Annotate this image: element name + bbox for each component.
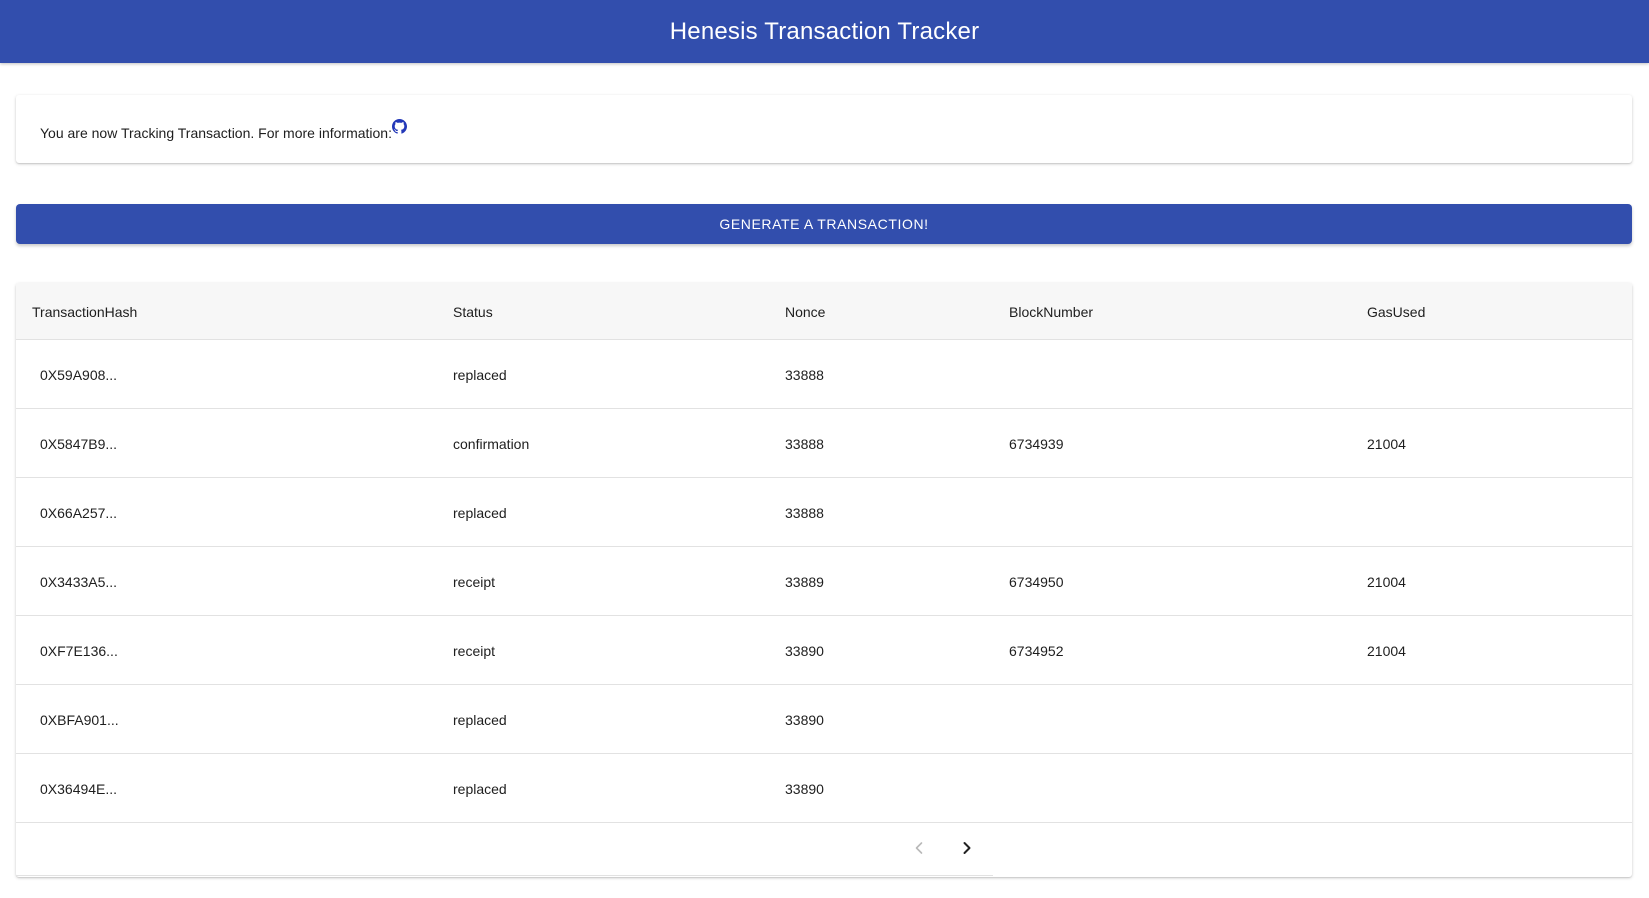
table-row[interactable]: 0X66A257... replaced 33888 <box>16 478 1632 547</box>
gas-used-cell: 21004 <box>1367 574 1406 590</box>
transaction-hash-cell: 0X66A257... <box>40 505 118 521</box>
transaction-hash-cell: 0X36494E... <box>40 781 118 797</box>
app-bar: Henesis Transaction Tracker <box>0 0 1649 63</box>
generate-transaction-button[interactable]: GENERATE A TRANSACTION! <box>16 204 1632 244</box>
nonce-cell: 33888 <box>785 505 824 521</box>
github-icon[interactable] <box>391 118 407 134</box>
pagination-divider <box>16 875 993 876</box>
nonce-cell: 33890 <box>785 781 824 797</box>
transaction-hash-cell: 0X5847B9... <box>40 436 118 452</box>
nonce-cell: 33888 <box>785 367 824 383</box>
transaction-hash-cell: 0X3433A5... <box>40 574 118 590</box>
column-header-status[interactable]: Status <box>453 304 493 320</box>
table-row[interactable]: 0X36494E... replaced 33890 <box>16 754 1632 823</box>
transactions-table: TransactionHash Status Nonce BlockNumber… <box>16 283 1632 877</box>
app-title: Henesis Transaction Tracker <box>669 17 980 45</box>
block-number-cell: 6734939 <box>1009 436 1064 452</box>
column-header-nonce[interactable]: Nonce <box>785 304 825 320</box>
table-row[interactable]: 0X5847B9... confirmation 33888 6734939 2… <box>16 409 1632 478</box>
info-text: You are now Tracking Transaction. For mo… <box>40 125 392 141</box>
table-row[interactable]: 0XBFA901... replaced 33890 <box>16 685 1632 754</box>
info-card: You are now Tracking Transaction. For mo… <box>16 95 1632 163</box>
status-cell: replaced <box>453 505 507 521</box>
nonce-cell: 33889 <box>785 574 824 590</box>
status-cell: receipt <box>453 574 496 590</box>
status-cell: receipt <box>453 643 496 659</box>
table-row[interactable]: 0X3433A5... receipt 33889 6734950 21004 <box>16 547 1632 616</box>
nonce-cell: 33888 <box>785 436 824 452</box>
status-cell: replaced <box>453 781 507 797</box>
next-page-button[interactable] <box>951 832 983 864</box>
column-header-block-number[interactable]: BlockNumber <box>1009 304 1093 320</box>
chevron-left-icon <box>915 842 923 854</box>
block-number-cell: 6734952 <box>1009 643 1064 659</box>
column-header-gas-used[interactable]: GasUsed <box>1367 304 1425 320</box>
table-row[interactable]: 0X59A908... replaced 33888 <box>16 340 1632 409</box>
previous-page-button[interactable] <box>903 832 935 864</box>
transaction-hash-cell: 0XF7E136... <box>40 643 118 659</box>
gas-used-cell: 21004 <box>1367 643 1406 659</box>
status-cell: replaced <box>453 712 507 728</box>
block-number-cell: 6734950 <box>1009 574 1064 590</box>
pagination <box>16 823 1632 877</box>
chevron-right-icon <box>963 842 971 854</box>
status-cell: confirmation <box>453 436 530 452</box>
status-cell: replaced <box>453 367 507 383</box>
nonce-cell: 33890 <box>785 643 824 659</box>
column-header-transaction-hash[interactable]: TransactionHash <box>32 304 137 320</box>
table-header: TransactionHash Status Nonce BlockNumber… <box>16 283 1632 340</box>
transaction-hash-cell: 0X59A908... <box>40 367 118 383</box>
transaction-hash-cell: 0XBFA901... <box>40 712 119 728</box>
gas-used-cell: 21004 <box>1367 436 1406 452</box>
nonce-cell: 33890 <box>785 712 824 728</box>
table-row[interactable]: 0XF7E136... receipt 33890 6734952 21004 <box>16 616 1632 685</box>
